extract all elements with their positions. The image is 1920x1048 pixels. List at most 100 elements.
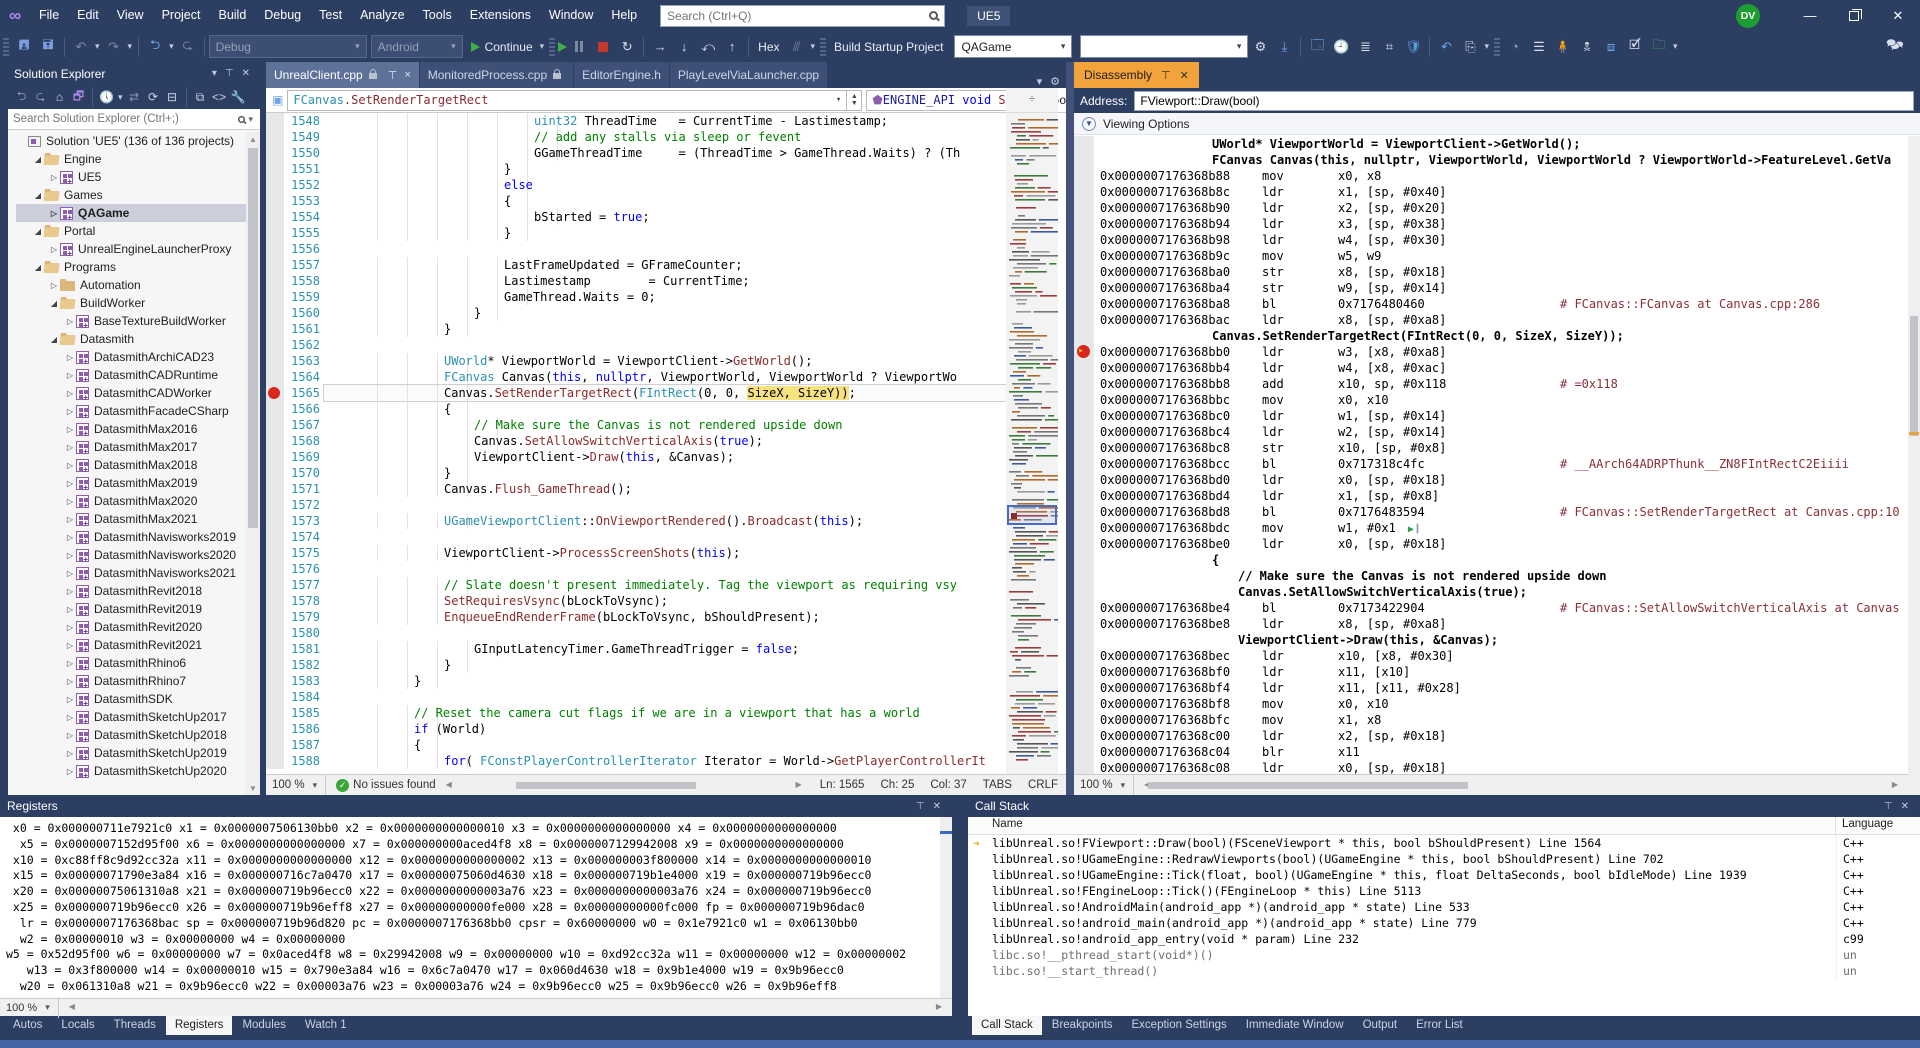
tree-item-buildworker[interactable]: ◢BuildWorker: [16, 294, 246, 312]
breakpoint-margin[interactable]: [266, 177, 284, 193]
viewing-options-header[interactable]: ▼ Viewing Options: [1074, 113, 1920, 135]
disassembly-instruction[interactable]: 0x0000007176368c08ldrx0, [sp, #0x18]: [1074, 760, 1908, 774]
disassembly-instruction[interactable]: 0x0000007176368ba0strx8, [sp, #0x18]: [1074, 264, 1908, 280]
editor-horizontal-scrollbar[interactable]: ◀▶: [446, 780, 802, 791]
breakpoint-margin[interactable]: [266, 225, 284, 241]
tree-item-datasmithsketchup2018[interactable]: ▷DatasmithSketchUp2018: [16, 726, 246, 744]
register-line[interactable]: lr = 0x0000007176368bac sp = 0x000000719…: [6, 916, 940, 932]
disassembly-instruction[interactable]: 0x0000007176368bc0ldrw1, [sp, #0x14]: [1074, 408, 1908, 424]
breakpoint-margin[interactable]: [266, 513, 284, 529]
minimap-viewport[interactable]: [1007, 505, 1057, 525]
call-stack-frame[interactable]: libUnreal.so!android_app_entry(void * pa…: [968, 931, 1920, 947]
pin-icon[interactable]: ⊤: [388, 69, 398, 82]
tree-item-datasmithmax2016[interactable]: ▷DatasmithMax2016: [16, 420, 246, 438]
code-line-1550[interactable]: 1550GGameThreadTime = (ThreadTime > Game…: [266, 145, 1006, 161]
tree-item-datasmithfacadecsharp[interactable]: ▷DatasmithFacadeCSharp: [16, 402, 246, 420]
disassembly-source-line[interactable]: Canvas.SetAllowSwitchVerticalAxis(true);: [1074, 584, 1908, 600]
register-line[interactable]: x25 = 0x000000719b96ecc0 x26 = 0x0000007…: [6, 900, 940, 916]
code-view-icon[interactable]: <>: [210, 87, 229, 107]
tree-item-datasmithsketchup2017[interactable]: ▷DatasmithSketchUp2017: [16, 708, 246, 726]
code-line-1581[interactable]: 1581GInputLatencyTimer.GameThreadTrigger…: [266, 641, 1006, 657]
menu-project[interactable]: Project: [153, 0, 210, 31]
breakpoint-margin[interactable]: [266, 193, 284, 209]
tree-item-datasmithrevit2018[interactable]: ▷DatasmithRevit2018: [16, 582, 246, 600]
tree-item-datasmithcadworker[interactable]: ▷DatasmithCADWorker: [16, 384, 246, 402]
register-line[interactable]: w13 = 0x3f800000 w14 = 0x00000010 w15 = …: [6, 963, 940, 979]
register-line[interactable]: x0 = 0x000000711e7921c0 x1 = 0x000000750…: [6, 821, 940, 837]
show-all-files-icon[interactable]: ⧉: [191, 87, 210, 107]
disassembly-source-line[interactable]: FCanvas Canvas(this, nullptr, ViewportWo…: [1074, 152, 1908, 168]
menu-file[interactable]: File: [30, 0, 68, 31]
breakpoint-margin[interactable]: [266, 721, 284, 737]
close-button[interactable]: ✕: [1876, 0, 1920, 31]
save-icon[interactable]: 🖪: [13, 35, 35, 59]
register-line[interactable]: w2 = 0x00000010 w3 = 0x00000000 w4 = 0x0…: [6, 932, 940, 948]
pin-icon[interactable]: ⊤: [1880, 801, 1897, 812]
flow-icon[interactable]: ⫻: [786, 35, 808, 59]
menu-analyze[interactable]: Analyze: [351, 0, 413, 31]
code-line-1557[interactable]: 1557LastFrameUpdated = GFrameCounter;: [266, 257, 1006, 273]
call-stack-frame[interactable]: libUnreal.so!FEngineLoop::Tick()(FEngine…: [968, 883, 1920, 899]
disassembly-instruction[interactable]: 0x0000007176368b88movx0, x8: [1074, 168, 1908, 184]
disassembly-horizontal-scrollbar[interactable]: ◀ ▶: [1144, 780, 1898, 791]
disassembly-instruction[interactable]: 0x0000007176368bf4ldrx11, [x11, #0x28]: [1074, 680, 1908, 696]
code-line-1569[interactable]: 1569ViewportClient->Draw(this, &Canvas);: [266, 449, 1006, 465]
breakpoint-margin[interactable]: [266, 129, 284, 145]
issues-label[interactable]: No issues found: [353, 779, 435, 791]
platform-combo[interactable]: Android▾: [371, 35, 463, 58]
register-line[interactable]: w5 = 0x52d95f00 w6 = 0x00000000 w7 = 0x0…: [6, 947, 940, 963]
disassembly-vertical-scrollbar[interactable]: [1908, 136, 1920, 795]
start-icon[interactable]: [558, 42, 567, 52]
breakpoint-margin[interactable]: [266, 577, 284, 593]
breakpoint-margin[interactable]: [266, 449, 284, 465]
code-line-1555[interactable]: 1555}: [266, 225, 1006, 241]
tree-item-datasmithrevit2019[interactable]: ▷DatasmithRevit2019: [16, 600, 246, 618]
hex-toggle-button[interactable]: Hex: [753, 40, 784, 54]
breakpoint-margin[interactable]: [266, 657, 284, 673]
properties-wrench-icon[interactable]: 🔧: [229, 87, 248, 107]
code-line-1587[interactable]: 1587{: [266, 737, 1006, 753]
code-line-1570[interactable]: 1570}: [266, 465, 1006, 481]
tree-item-datasmithmax2018[interactable]: ▷DatasmithMax2018: [16, 456, 246, 474]
disassembly-instruction[interactable]: 0x0000007176368bdcmovw1, #0x1 ▶❙: [1074, 520, 1908, 536]
breakpoint-margin[interactable]: [266, 737, 284, 753]
pin-icon[interactable]: ⊤: [1161, 69, 1171, 82]
tree-item-datasmithsdk[interactable]: ▷DatasmithSDK: [16, 690, 246, 708]
tab-exception-settings[interactable]: Exception Settings: [1123, 1016, 1236, 1035]
tree-item-datasmithsketchup2020[interactable]: ▷DatasmithSketchUp2020: [16, 762, 246, 780]
register-line[interactable]: w20 = 0x061310a8 w21 = 0x9b96ecc0 w22 = …: [6, 979, 940, 995]
disassembly-instruction[interactable]: 0x0000007176368bb0ldrw3, [x8, #0xa8]: [1074, 344, 1908, 360]
code-line-1551[interactable]: 1551}: [266, 161, 1006, 177]
code-line-1558[interactable]: 1558Lastimestamp = CurrentTime;: [266, 273, 1006, 289]
tab-monitoredprocess.cpp[interactable]: MonitoredProcess.cpp: [420, 62, 573, 88]
register-line[interactable]: x15 = 0x00000071790e3a84 x16 = 0x0000007…: [6, 868, 940, 884]
tree-item-datasmithrhino6[interactable]: ▷DatasmithRhino6: [16, 654, 246, 672]
registers-zoom-combo[interactable]: 100 %▾: [0, 997, 59, 1018]
quick-search-input[interactable]: [667, 9, 929, 23]
code-line-1567[interactable]: 1567// Make sure the Canvas is not rende…: [266, 417, 1006, 433]
code-line-1588[interactable]: 1588for( FConstPlayerControllerIterator …: [266, 753, 1006, 769]
avatar[interactable]: DV: [1736, 4, 1760, 28]
chevron-down-icon[interactable]: ▾: [208, 68, 221, 79]
menu-edit[interactable]: Edit: [68, 0, 108, 31]
breakpoint-margin[interactable]: [266, 545, 284, 561]
disassembly-instruction[interactable]: 0x0000007176368bb4ldrw4, [x8, #0xac]: [1074, 360, 1908, 376]
disassembly-zoom-combo[interactable]: 100 %▾: [1074, 775, 1134, 796]
tree-item-qagame[interactable]: ▷QAGame: [16, 204, 246, 222]
breakpoint-margin[interactable]: [266, 593, 284, 609]
forward-icon[interactable]: ⮎: [31, 87, 50, 107]
add-to-source-control-icon[interactable]: ⤓: [1273, 35, 1295, 59]
tree-item-automation[interactable]: ▷Automation: [16, 276, 246, 294]
code-line-1549[interactable]: 1549// add any stalls via sleep or feven…: [266, 129, 1006, 145]
code-line-1571[interactable]: 1571Canvas.Flush_GameThread();: [266, 481, 1006, 497]
call-stack-frame[interactable]: libUnreal.so!AndroidMain(android_app *)(…: [968, 899, 1920, 915]
toolbar-grip[interactable]: [3, 38, 9, 56]
code-line-1577[interactable]: 1577// Slate doesn't present immediately…: [266, 577, 1006, 593]
stop-icon[interactable]: [592, 35, 614, 59]
tree-item-ue5[interactable]: ▷UE5: [16, 168, 246, 186]
registers-content[interactable]: x0 = 0x000000711e7921c0 x1 = 0x000000750…: [0, 817, 940, 998]
tree-item-programs[interactable]: ◢Programs: [16, 258, 246, 276]
code-line-1573[interactable]: 1573UGameViewportClient::OnViewportRende…: [266, 513, 1006, 529]
build-startup-project-button[interactable]: Build Startup Project: [829, 40, 948, 54]
menu-window[interactable]: Window: [540, 0, 602, 31]
